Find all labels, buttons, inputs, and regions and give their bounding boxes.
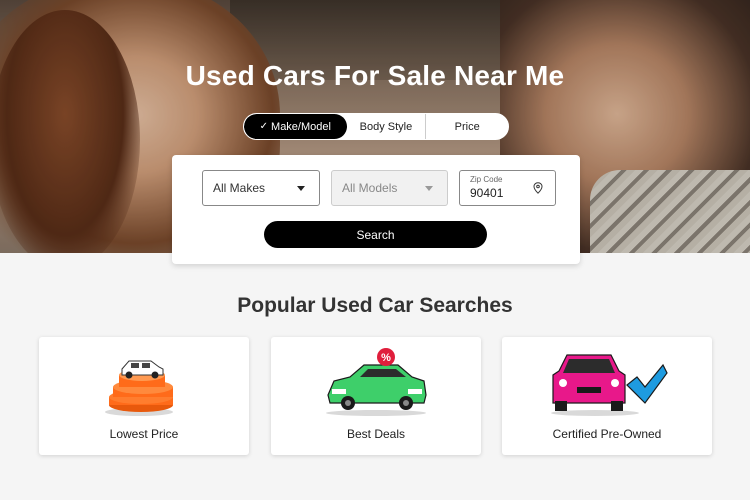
models-select[interactable]: All Models: [331, 170, 448, 206]
card-certified-pre-owned-label: Certified Pre-Owned: [552, 427, 662, 441]
models-select-value: All Models: [342, 181, 398, 195]
tab-body-style-label: Body Style: [359, 120, 413, 133]
popular-searches-title: Popular Used Car Searches: [237, 294, 513, 317]
tab-body-style[interactable]: Body Style: [347, 114, 427, 139]
discount-car-icon: %: [326, 348, 427, 416]
card-certified-pre-owned[interactable]: Certified Pre-Owned: [502, 337, 712, 455]
page-title: Used Cars For Sale Near Me: [185, 60, 565, 91]
tab-price[interactable]: Price: [426, 114, 508, 139]
coins-car-icon: [105, 360, 173, 416]
svg-text:%: %: [381, 352, 391, 364]
zip-code-field[interactable]: Zip Code 90401: [459, 170, 556, 206]
popular-searches-cards: Lowest Price % Best Deals Certified Pre-…: [0, 337, 750, 457]
check-icon: ✓: [259, 121, 269, 132]
search-button[interactable]: Search: [264, 221, 487, 248]
card-lowest-price[interactable]: Lowest Price: [39, 337, 249, 455]
chevron-down-icon: [425, 186, 433, 191]
tab-make-model[interactable]: ✓ Make/Model: [244, 114, 347, 139]
card-lowest-price-label: Lowest Price: [109, 427, 179, 441]
card-best-deals[interactable]: % Best Deals: [271, 337, 481, 455]
search-card: All Makes All Models Zip Code 90401 Sear…: [172, 155, 580, 264]
makes-select-value: All Makes: [213, 181, 266, 195]
search-mode-tabs: ✓ Make/Model Body Style Price: [243, 113, 509, 140]
chevron-down-icon: [297, 186, 305, 191]
certified-car-icon: [551, 354, 668, 416]
makes-select[interactable]: All Makes: [202, 170, 320, 206]
tab-price-label: Price: [454, 120, 480, 133]
card-best-deals-label: Best Deals: [346, 427, 406, 441]
tab-make-model-label: Make/Model: [271, 120, 331, 133]
location-pin-icon[interactable]: [533, 182, 543, 194]
